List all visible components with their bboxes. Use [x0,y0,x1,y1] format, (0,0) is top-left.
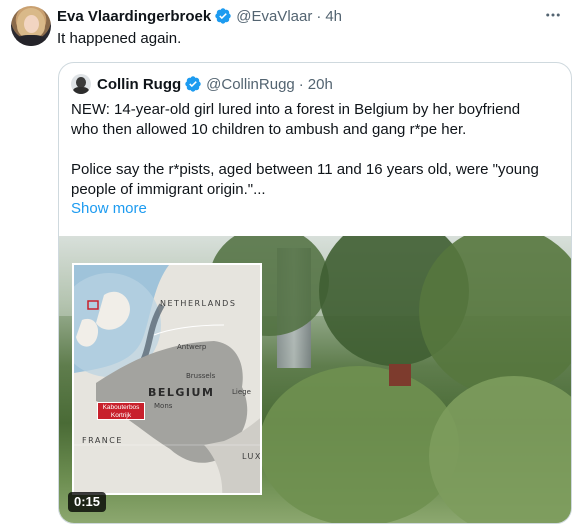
map-label-france: FRANCE [82,436,123,445]
separator-dot: · [298,75,304,93]
video-foliage [429,376,571,523]
tweet-header: Eva Vlaardingerbroek @EvaVlaar · 4h [57,6,342,26]
verified-badge-icon [215,8,231,24]
video-foliage [419,236,571,396]
author-name[interactable]: Eva Vlaardingerbroek [57,8,211,25]
map-label-liege: Liege [232,388,251,396]
tweet-text: It happened again. [57,30,182,47]
quote-text: NEW: 14-year-old girl lured into a fores… [71,100,561,200]
show-more-link[interactable]: Show more [71,200,147,217]
tweet-time[interactable]: 4h [325,8,342,25]
quote-author-avatar[interactable] [71,74,91,94]
map-label-lux: LUX [242,452,262,461]
belgium-map-inset: NETHERLANDS Antwerp Brussels BELGIUM Lie… [72,263,262,495]
tweet[interactable]: Eva Vlaardingerbroek @EvaVlaar · 4h It h… [0,0,588,530]
quote-author-handle[interactable]: @CollinRugg [206,76,295,93]
quote-text-line: people of immigrant origin."... [71,181,266,198]
more-options-button[interactable] [540,2,566,28]
quote-author-name[interactable]: Collin Rugg [97,76,181,93]
video-duration-badge: 0:15 [68,492,107,512]
quote-avatar-body [73,87,89,94]
more-horizontal-icon [546,13,560,17]
map-label-belgium: BELGIUM [148,386,215,399]
author-handle[interactable]: @EvaVlaar [236,8,312,25]
quote-text-line: who then allowed 10 children to ambush a… [71,121,467,138]
marker-line-2: Kortrijk [110,412,132,419]
video-player[interactable]: NETHERLANDS Antwerp Brussels BELGIUM Lie… [59,236,571,523]
video-red-object [389,364,411,386]
quote-text-line: Police say the r*pists, aged between 11 … [71,161,539,178]
quote-time[interactable]: 20h [308,76,333,93]
map-label-netherlands: NETHERLANDS [160,299,237,308]
map-label-mons: Mons [154,402,173,410]
avatar-body [15,35,47,46]
verified-badge-icon [185,76,201,92]
separator-dot: · [316,7,322,25]
quoted-tweet[interactable]: Collin Rugg @CollinRugg · 20h NEW: 14-ye… [58,62,572,524]
map-marker-label: Kabouterbos Kortrijk [97,402,145,420]
map-label-antwerp: Antwerp [177,343,207,351]
quote-text-line: NEW: 14-year-old girl lured into a fores… [71,101,521,118]
map-label-brussels: Brussels [186,372,216,380]
marker-line-1: Kabouterbos [102,404,140,411]
avatar-face [24,15,39,33]
author-avatar[interactable] [11,6,51,46]
quote-header: Collin Rugg @CollinRugg · 20h [71,74,333,94]
